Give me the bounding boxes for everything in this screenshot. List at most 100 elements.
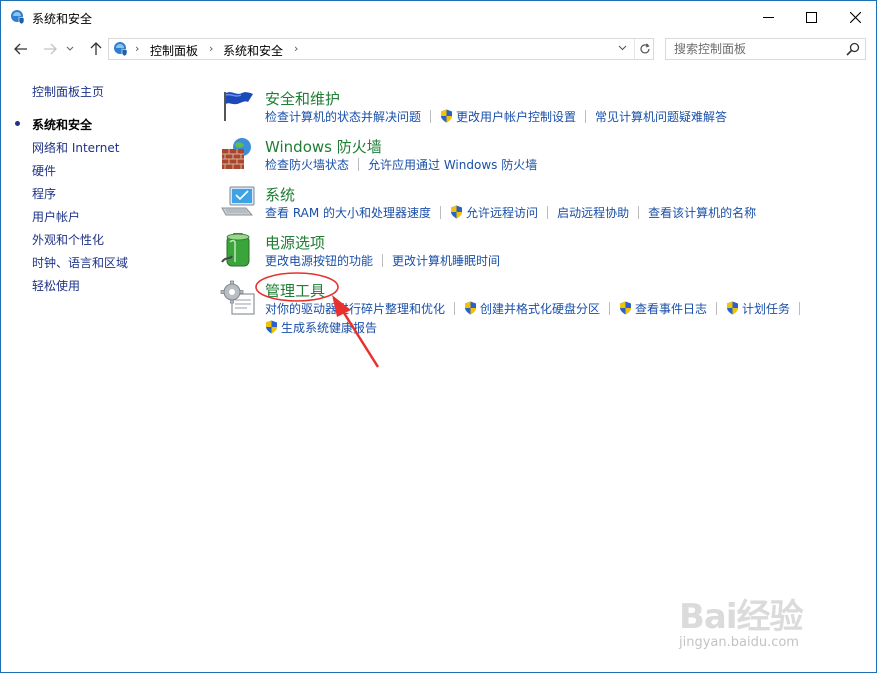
close-icon — [849, 11, 861, 23]
link-ram-processor[interactable]: 查看 RAM 的大小和处理器速度 — [265, 204, 431, 223]
link-health-report[interactable]: 生成系统健康报告 — [265, 319, 377, 338]
link-power-button[interactable]: 更改电源按钮的功能 — [265, 252, 373, 271]
link-divider — [609, 302, 611, 315]
control-panel-icon — [114, 42, 128, 57]
link-defragment[interactable]: 对你的驱动器进行碎片整理和优化 — [265, 300, 445, 319]
back-button[interactable] — [10, 36, 32, 62]
uac-shield-icon — [727, 301, 739, 315]
link-schedule-tasks[interactable]: 计划任务 — [726, 300, 790, 319]
breadcrumb-chevron-icon[interactable]: › — [135, 42, 139, 55]
watermark: Bai经验 jingyan.baidu.com — [671, 579, 841, 657]
current-page-bullet — [15, 121, 20, 126]
arrow-left-icon — [14, 43, 27, 55]
title-bar[interactable]: 系统和安全 — [1, 1, 876, 33]
sidebar-item-hardware[interactable]: 硬件 — [32, 162, 56, 179]
navigation-bar: › 控制面板 › 系统和安全 › — [1, 36, 876, 62]
link-allow-remote-access[interactable]: 允许远程访问 — [450, 204, 538, 223]
control-panel-shield-icon — [11, 10, 25, 25]
uac-shield-icon — [620, 301, 632, 315]
control-panel-window: 系统和安全 › 控制面板 › 系统和安全 › 搜索控制面板 控制面板主页 系统和… — [0, 0, 877, 673]
sidebar-item-ease-of-access[interactable]: 轻松使用 — [32, 277, 80, 294]
window-title: 系统和安全 — [32, 12, 93, 26]
sidebar-item-user-accounts[interactable]: 用户帐户 — [32, 208, 80, 225]
link-divider — [430, 110, 432, 123]
recent-locations-button[interactable] — [63, 36, 77, 62]
link-label[interactable]: 计划任务 — [742, 302, 790, 316]
category-links: 检查计算机的状态并解决问题 更改用户帐户控制设置 常见计算机问题疑难解答 — [265, 108, 845, 127]
category-title[interactable]: 系统 — [265, 184, 295, 205]
link-label[interactable]: 更改用户帐户控制设置 — [456, 110, 576, 124]
link-uac-settings[interactable]: 更改用户帐户控制设置 — [440, 108, 576, 127]
minimize-button[interactable] — [745, 1, 791, 33]
battery-icon — [221, 233, 250, 267]
category-title[interactable]: Windows 防火墙 — [265, 136, 382, 157]
link-label[interactable]: 查看事件日志 — [635, 302, 707, 316]
category-title[interactable]: 安全和维护 — [265, 88, 340, 109]
link-divider — [585, 110, 587, 123]
search-input[interactable] — [674, 41, 834, 57]
breadcrumb-system-security[interactable]: 系统和安全 — [223, 42, 283, 59]
arrow-up-icon — [90, 42, 102, 55]
maximize-icon — [805, 11, 817, 23]
up-button[interactable] — [85, 36, 107, 62]
address-dropdown-button[interactable] — [614, 41, 630, 57]
refresh-button[interactable] — [634, 39, 654, 59]
link-divider — [358, 158, 360, 171]
link-label[interactable]: 创建并格式化硬盘分区 — [480, 302, 600, 316]
sidebar-item-appearance[interactable]: 外观和个性化 — [32, 231, 104, 248]
computer-icon — [221, 186, 255, 216]
chevron-down-icon — [618, 45, 626, 51]
link-divider — [440, 206, 442, 219]
uac-shield-icon — [266, 320, 277, 334]
search-box[interactable] — [665, 38, 866, 60]
link-check-status[interactable]: 检查计算机的状态并解决问题 — [265, 108, 421, 127]
sidebar-item-network[interactable]: 网络和 Internet — [32, 139, 119, 156]
search-icon[interactable] — [846, 42, 860, 56]
uac-shield-icon — [451, 205, 463, 219]
breadcrumb-chevron-icon[interactable]: › — [294, 42, 298, 55]
link-divider — [799, 302, 801, 315]
uac-shield-icon — [441, 109, 453, 123]
link-remote-assistance[interactable]: 启动远程协助 — [557, 204, 629, 223]
sidebar-item-clock-region[interactable]: 时钟、语言和区域 — [32, 254, 128, 271]
address-bar[interactable]: › 控制面板 › 系统和安全 › — [108, 38, 654, 60]
chevron-down-icon — [66, 46, 74, 51]
arrow-right-icon — [44, 43, 57, 55]
maximize-button[interactable] — [788, 1, 834, 33]
sidebar-item-home[interactable]: 控制面板主页 — [32, 83, 104, 100]
category-links: 检查防火墙状态 允许应用通过 Windows 防火墙 — [265, 156, 845, 175]
category-links: 查看 RAM 的大小和处理器速度 允许远程访问 启动远程协助 查看该计算机的名称 — [265, 204, 845, 223]
close-button[interactable] — [832, 1, 877, 33]
firewall-icon — [222, 138, 251, 169]
breadcrumb-chevron-icon[interactable]: › — [209, 42, 213, 55]
link-divider — [454, 302, 456, 315]
link-label[interactable]: 生成系统健康报告 — [281, 321, 377, 335]
link-divider — [382, 254, 384, 267]
flag-icon — [224, 92, 253, 121]
sidebar-item-system-security: 系统和安全 — [32, 118, 93, 132]
category-links: 更改电源按钮的功能 更改计算机睡眠时间 — [265, 252, 845, 271]
link-allow-app-firewall[interactable]: 允许应用通过 Windows 防火墙 — [368, 156, 537, 175]
link-event-logs[interactable]: 查看事件日志 — [619, 300, 707, 319]
uac-shield-icon — [465, 301, 477, 315]
category-links: 对你的驱动器进行碎片整理和优化 创建并格式化硬盘分区 查看事件日志 计划任务生成系统健… — [265, 300, 845, 338]
refresh-icon — [639, 43, 650, 54]
breadcrumb-control-panel[interactable]: 控制面板 — [150, 42, 198, 59]
minimize-icon — [762, 16, 774, 18]
watermark-brand: Bai经验 — [679, 597, 804, 637]
category-title[interactable]: 管理工具 — [265, 280, 325, 301]
link-divider — [716, 302, 718, 315]
category-title[interactable]: 电源选项 — [265, 232, 325, 253]
link-sleep-time[interactable]: 更改计算机睡眠时间 — [392, 252, 500, 271]
admin-tools-icon — [220, 280, 255, 315]
link-disk-partition[interactable]: 创建并格式化硬盘分区 — [464, 300, 600, 319]
link-firewall-status[interactable]: 检查防火墙状态 — [265, 156, 349, 175]
sidebar-item-programs[interactable]: 程序 — [32, 185, 56, 202]
watermark-url: jingyan.baidu.com — [679, 635, 799, 650]
forward-button[interactable] — [39, 36, 61, 62]
link-divider — [547, 206, 549, 219]
link-computer-name[interactable]: 查看该计算机的名称 — [648, 204, 756, 223]
link-divider — [638, 206, 640, 219]
link-label[interactable]: 允许远程访问 — [466, 206, 538, 220]
link-troubleshoot[interactable]: 常见计算机问题疑难解答 — [595, 108, 727, 127]
